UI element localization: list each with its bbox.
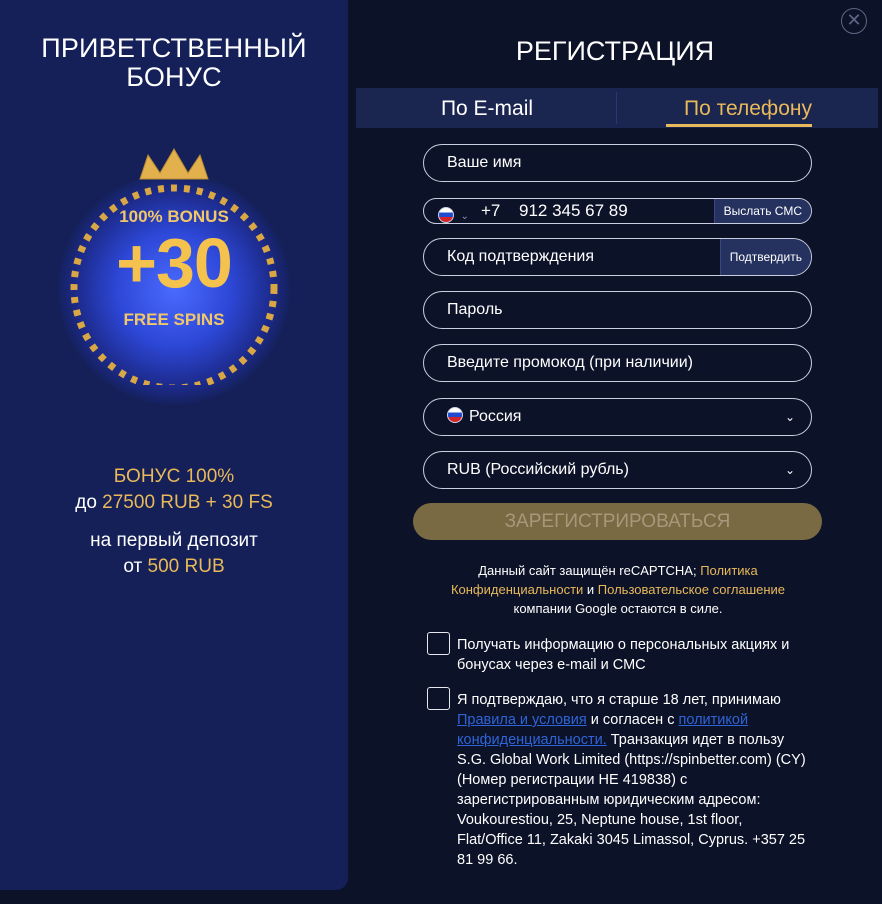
send-sms-button[interactable]: Выслать СМС — [713, 199, 811, 223]
registration-tabs: По E-mail По телефону — [356, 88, 878, 128]
russia-flag-icon — [447, 407, 463, 424]
bonus-badge-image: 100% BONUS +30 FREE SPINS — [54, 135, 294, 405]
terms-of-service-link[interactable]: Пользовательское соглашение — [598, 582, 785, 597]
tab-separator — [616, 92, 617, 124]
country-select[interactable]: Россия ⌄ — [423, 398, 812, 436]
promo-opt-in-checkbox[interactable] — [427, 632, 450, 655]
promo-line2-prefix: до — [75, 492, 103, 513]
register-button[interactable]: ЗАРЕГИСТРИРОВАТЬСЯ — [413, 503, 822, 540]
password-field[interactable]: Пароль — [423, 291, 812, 329]
recaptcha-notice: Данный сайт защищён reCAPTCHA; Политика … — [440, 561, 796, 618]
name-field[interactable]: Ваше имя — [423, 144, 812, 182]
crown-icon — [139, 148, 209, 180]
recaptcha-text1: Данный сайт защищён reCAPTCHA; — [478, 563, 701, 578]
close-icon: ✕ — [846, 10, 862, 30]
promo-line4-prefix: от — [123, 556, 148, 577]
promo-opt-in-label: Получать информацию о персональных акция… — [457, 637, 790, 673]
chevron-down-icon: ⌄ — [784, 463, 795, 477]
active-tab-indicator — [666, 124, 812, 127]
name-placeholder: Ваше имя — [447, 154, 522, 171]
age-confirm-checkbox[interactable] — [427, 687, 450, 710]
confirm-button[interactable]: Подтвердить — [719, 239, 811, 275]
confirmation-code-field[interactable]: Код подтверждения Подтвердить — [423, 238, 812, 276]
registration-title: РЕГИСТРАЦИЯ — [515, 36, 715, 66]
tab-email[interactable]: По E-mail — [356, 88, 618, 128]
promo-panel: ПРИВЕТСТВЕННЫЙ БОНУС 100% BONUS +30 FREE… — [0, 0, 348, 890]
promo-code-field[interactable]: Введите промокод (при наличии) — [423, 344, 812, 382]
phone-code: +7 — [481, 201, 501, 220]
age-text2: и согласен с — [586, 712, 679, 728]
terms-link[interactable]: Правила и условия — [457, 712, 587, 728]
tab-phone[interactable]: По телефону — [618, 88, 878, 128]
phone-field[interactable]: ⌄ +7 912 345 67 89 Выслать СМС — [423, 198, 812, 224]
promo-line4-amount: 500 RUB — [147, 556, 225, 577]
age-confirm-label: Я подтверждаю, что я старше 18 лет, прин… — [457, 690, 807, 870]
bonus-text-bottom: FREE SPINS — [123, 310, 225, 329]
promo-line4: от 500 RUB — [0, 556, 348, 578]
russia-flag-icon — [438, 206, 454, 223]
close-button[interactable]: ✕ — [841, 8, 867, 34]
phone-number: 912 345 67 89 — [519, 201, 628, 220]
promo-title-line1: ПРИВЕТСТВЕННЫЙ — [41, 33, 307, 63]
country-code-selector[interactable]: ⌄ — [438, 203, 469, 223]
confirmation-code-placeholder: Код подтверждения — [447, 248, 595, 265]
age-text1: Я подтверждаю, что я старше 18 лет, прин… — [457, 692, 781, 708]
promo-title-line2: БОНУС — [126, 62, 222, 92]
promo-line2: до 27500 RUB + 30 FS — [0, 492, 348, 514]
age-text3: Транзакция идет в пользу S.G. Global Wor… — [457, 732, 806, 868]
promo-line1: БОНУС 100% — [113, 466, 235, 487]
recaptcha-text2: и — [583, 582, 598, 597]
password-placeholder: Пароль — [447, 301, 503, 318]
currency-value: RUB (Российский рубль) — [447, 461, 629, 478]
promo-line2-amount: 27500 RUB + 30 FS — [102, 492, 273, 513]
promo-line3: на первый депозит — [90, 530, 258, 551]
chevron-down-icon: ⌄ — [460, 211, 469, 222]
bonus-big-number: +30 — [116, 224, 233, 302]
promo-title: ПРИВЕТСТВЕННЫЙ БОНУС — [0, 34, 348, 92]
chevron-down-icon: ⌄ — [784, 410, 795, 424]
recaptcha-text3: компании Google остаются в силе. — [513, 601, 723, 616]
currency-select[interactable]: RUB (Российский рубль) ⌄ — [423, 451, 812, 489]
country-value: Россия — [469, 408, 522, 425]
promo-code-placeholder: Введите промокод (при наличии) — [447, 354, 693, 371]
